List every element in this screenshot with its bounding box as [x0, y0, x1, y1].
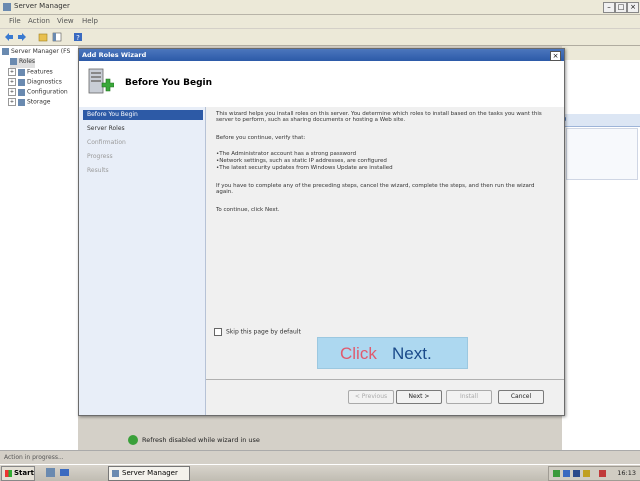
taskbar: Start Server Manager 16:13 [0, 464, 640, 481]
tree-item-features[interactable]: + Features [8, 68, 53, 78]
next-button[interactable]: Next > [396, 390, 442, 404]
toolbar: ? [0, 29, 640, 46]
skip-page-checkbox[interactable] [214, 328, 222, 336]
window-title-bar: Server Manager – □ × [0, 0, 640, 15]
wizard-button-bar: < Previous Next > Install Cancel [206, 379, 564, 416]
tree-item-server-manager[interactable]: Server Manager (FS [2, 48, 70, 58]
bullet-item: •Network settings, such as static IP add… [216, 158, 387, 164]
windows-logo-icon [5, 469, 12, 477]
tree-item-configuration[interactable]: + Configuration [8, 88, 68, 98]
callout-next-text: Next. [392, 344, 432, 363]
wizard-header: Before You Begin [79, 61, 564, 108]
diagnostics-icon [18, 78, 25, 86]
menu-bar: File Action View Help [0, 15, 640, 28]
close-button[interactable]: × [627, 2, 639, 13]
tree-item-roles[interactable]: Roles [10, 58, 36, 68]
menu-action[interactable]: Action [28, 17, 50, 25]
step-confirmation: Confirmation [87, 139, 126, 146]
tray-network-icon[interactable] [553, 470, 560, 477]
show-hide-tree-icon[interactable] [52, 32, 62, 42]
app-icon [3, 3, 11, 11]
details-section-bar: p [562, 114, 640, 127]
callout-click-text: Click [340, 344, 377, 363]
intro-text: This wizard helps you install roles on t… [216, 111, 542, 123]
step-progress: Progress [87, 153, 113, 160]
minimize-button[interactable]: – [603, 2, 615, 13]
expand-icon[interactable]: + [8, 88, 16, 96]
maximize-button[interactable]: □ [615, 2, 627, 13]
help-icon[interactable]: ? [73, 32, 83, 42]
roles-icon [10, 58, 17, 65]
server-manager-icon [112, 469, 119, 477]
start-button[interactable]: Start [1, 466, 35, 481]
install-button[interactable]: Install [446, 390, 492, 404]
skip-page-checkbox-row[interactable]: Skip this page by default [214, 328, 301, 338]
expand-icon[interactable]: + [8, 68, 16, 76]
details-header [562, 46, 640, 60]
window-title: Server Manager [14, 2, 70, 10]
status-text: Action in progress... [4, 454, 64, 461]
step-results: Results [87, 167, 109, 174]
bullet-item: •The Administrator account has a strong … [216, 151, 357, 157]
svg-text:?: ? [76, 34, 80, 42]
menu-help[interactable]: Help [82, 17, 98, 25]
details-pane: p [562, 46, 640, 450]
tray-monitor-icon[interactable] [573, 470, 580, 477]
storage-icon [18, 98, 25, 106]
cancel-button[interactable]: Cancel [498, 390, 544, 404]
quick-launch-server-manager-icon[interactable] [46, 468, 55, 477]
details-box [566, 128, 638, 180]
menu-file[interactable]: File [9, 17, 21, 25]
back-arrow-icon[interactable] [4, 32, 14, 42]
step-server-roles[interactable]: Server Roles [83, 124, 203, 134]
refresh-status-text: Refresh disabled while wizard in use [142, 436, 260, 444]
forward-arrow-icon[interactable] [17, 32, 27, 42]
skip-page-label: Skip this page by default [226, 328, 301, 336]
tree-item-storage[interactable]: + Storage [8, 98, 50, 108]
menu-view[interactable]: View [57, 17, 74, 25]
bullet-item: •The latest security updates from Window… [216, 165, 393, 171]
step-before-you-begin[interactable]: Before You Begin [83, 110, 203, 120]
wizard-close-button[interactable]: × [550, 51, 561, 61]
wizard-title-bar: Add Roles Wizard × [79, 49, 564, 61]
add-role-server-icon [88, 68, 114, 94]
clock: 16:13 [617, 469, 636, 477]
system-tray: 16:13 [548, 466, 640, 481]
tray-security-icon[interactable] [583, 470, 590, 477]
console-tree: Server Manager (FS Roles + Features + Diag… [0, 46, 78, 450]
server-icon [2, 48, 9, 55]
up-folder-icon[interactable] [38, 32, 48, 42]
wizard-page-heading: Before You Begin [125, 78, 213, 88]
expand-icon[interactable]: + [8, 78, 16, 86]
tray-connection-icon[interactable] [599, 470, 606, 477]
tree-item-diagnostics[interactable]: + Diagnostics [8, 78, 62, 88]
tray-status-icon[interactable] [563, 470, 570, 477]
quick-launch-desktop-icon[interactable] [60, 468, 69, 477]
configuration-icon [18, 88, 25, 96]
instruction-callout: Click Next. [317, 337, 468, 369]
expand-icon[interactable]: + [8, 98, 16, 106]
status-bar: Action in progress... [0, 450, 640, 464]
refresh-status-row: Refresh disabled while wizard in use [128, 433, 562, 447]
refresh-icon [128, 435, 138, 445]
continue-text: To continue, click Next. [216, 207, 280, 213]
taskbar-server-manager[interactable]: Server Manager [108, 466, 190, 481]
add-roles-wizard-dialog: Add Roles Wizard × Before You Begin Befo… [78, 48, 565, 416]
previous-button[interactable]: < Previous [348, 390, 394, 404]
wizard-step-list: Before You Begin Server Roles Confirmati… [79, 107, 206, 415]
wizard-title: Add Roles Wizard [82, 51, 147, 59]
verify-text: Before you continue, verify that: [216, 135, 306, 141]
if-text: If you have to complete any of the prece… [216, 183, 535, 195]
features-icon [18, 68, 25, 76]
